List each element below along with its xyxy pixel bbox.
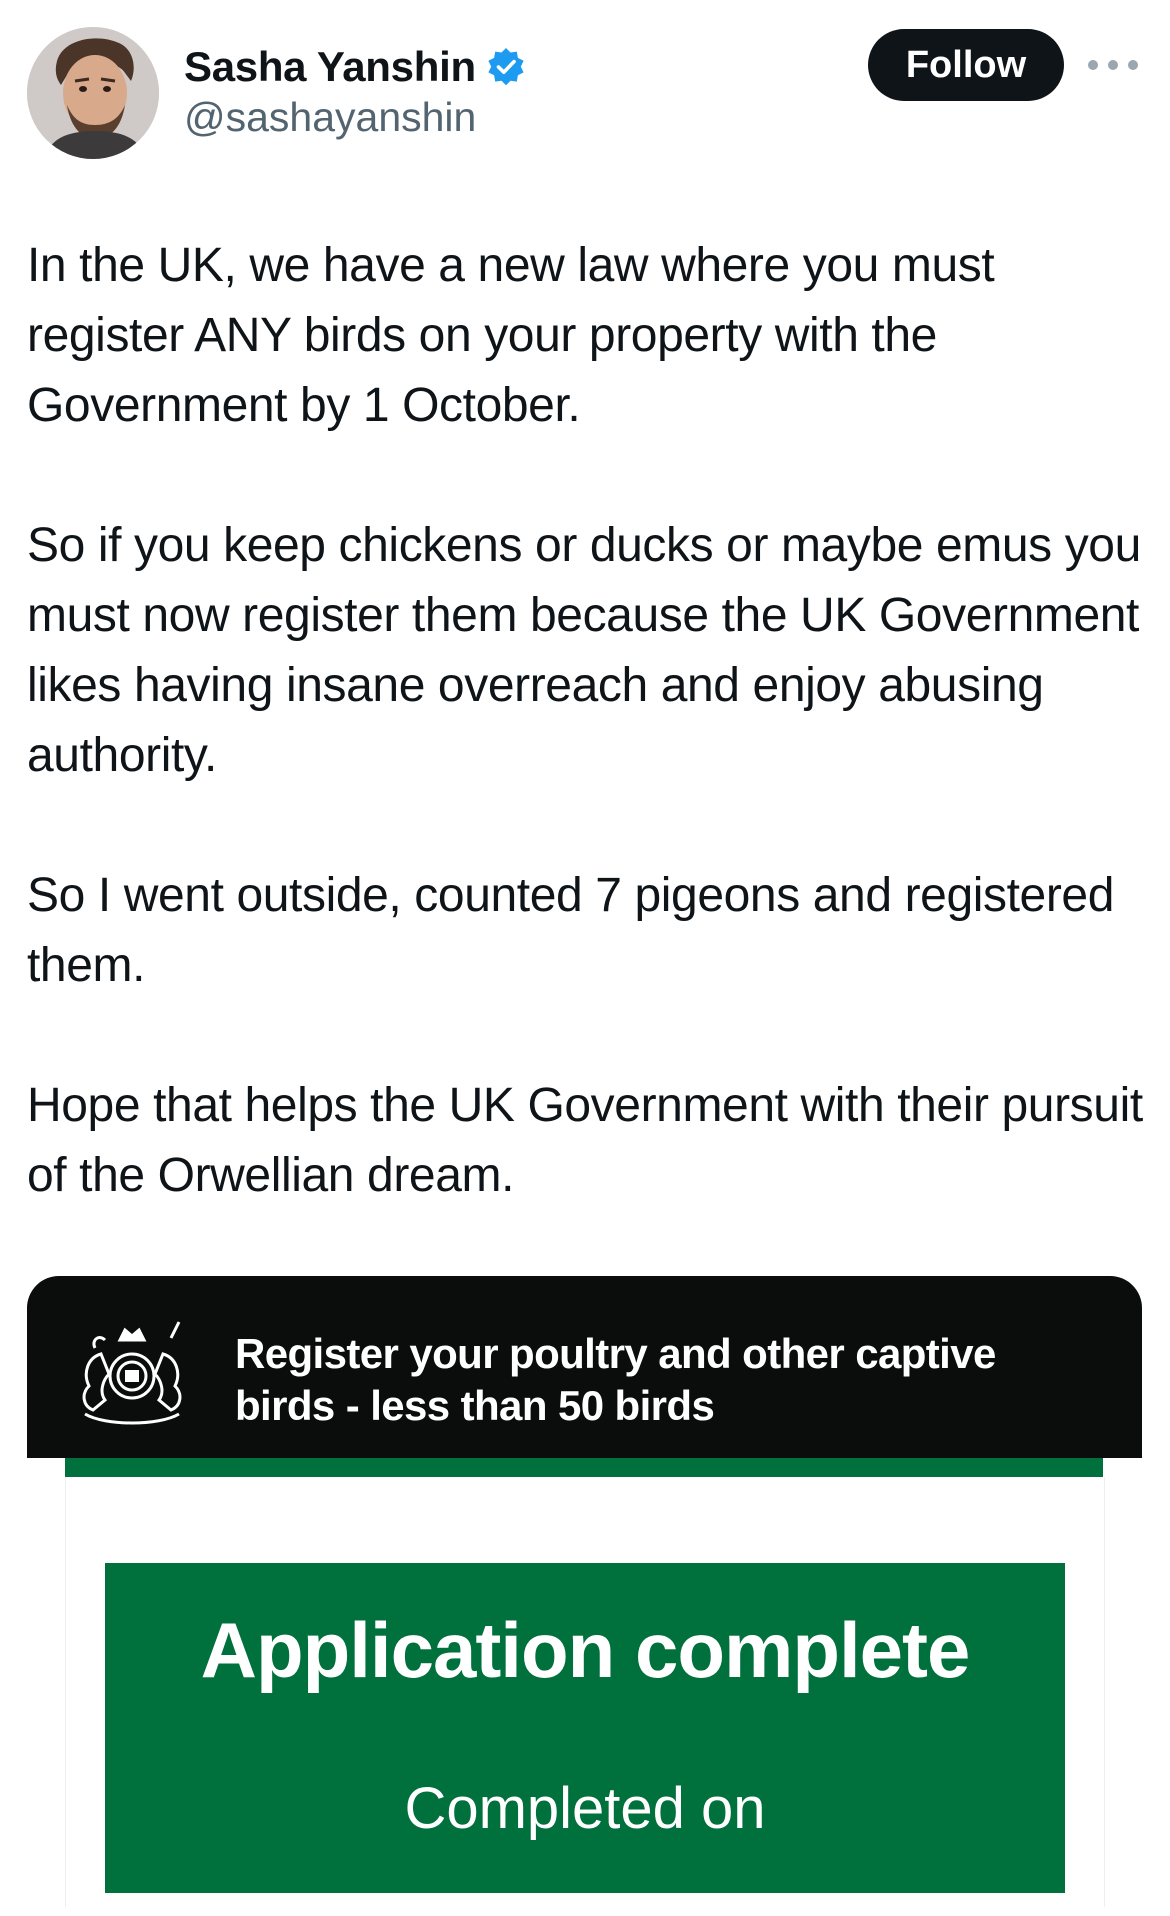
confirmation-panel: Application complete Completed on — [105, 1563, 1065, 1893]
phase-strip — [65, 1458, 1103, 1477]
service-title: Register your poultry and other captive … — [235, 1330, 996, 1429]
gov-service-header: Register your poultry and other captive … — [27, 1276, 1142, 1458]
dot — [1128, 60, 1138, 70]
display-name-row: Sasha Yanshin — [184, 38, 526, 96]
panel-subtitle: Completed on — [404, 1776, 766, 1841]
tweet-paragraph: Hope that helps the UK Government with t… — [27, 1079, 1143, 1202]
royal-coat-of-arms-icon — [65, 1314, 199, 1432]
user-avatar-photo — [27, 27, 159, 159]
dot — [1108, 60, 1118, 70]
tweet-header: Sasha Yanshin @sashayanshin Follow — [0, 0, 1170, 170]
avatar[interactable] — [27, 27, 159, 159]
more-options-icon[interactable] — [1088, 45, 1138, 85]
tweet-paragraph: In the UK, we have a new law where you m… — [27, 239, 995, 432]
follow-button[interactable]: Follow — [868, 29, 1064, 101]
display-name[interactable]: Sasha Yanshin — [184, 43, 476, 91]
panel-title: Application complete — [200, 1606, 971, 1694]
tweet-paragraph: So if you keep chickens or ducks or mayb… — [27, 519, 1141, 782]
tweet-text: In the UK, we have a new law where you m… — [27, 231, 1152, 1211]
author-handle[interactable]: @sashayanshin — [184, 94, 526, 141]
verified-badge-icon — [486, 47, 526, 87]
tweet-paragraph: So I went outside, counted 7 pigeons and… — [27, 869, 1115, 992]
dot — [1088, 60, 1098, 70]
author-names: Sasha Yanshin @sashayanshin — [184, 38, 526, 141]
